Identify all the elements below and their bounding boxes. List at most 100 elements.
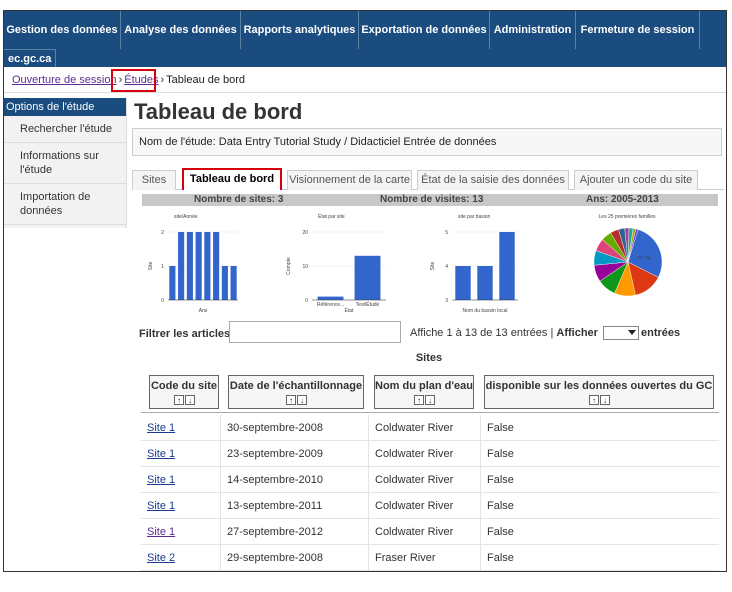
top-navigation: Gestion des données Analyse des données …	[4, 11, 726, 67]
stat-years: Ans: 2005-2013	[586, 194, 659, 205]
chart-sites-per-basin: site par bassin Site Nom du bassin local 3 4…	[430, 214, 518, 314]
chart-title: site/Année	[174, 214, 198, 220]
y-tick-label: 2	[161, 230, 164, 236]
table-row: Site 1 23-septembre-2009 Coldwater River…	[141, 441, 719, 467]
main-content: Tableau de bord Nom de l'étude: Data Ent…	[132, 98, 724, 314]
bar	[169, 266, 176, 300]
th-open-data[interactable]: disponible sur les données ouvertes du G…	[484, 375, 714, 409]
y-axis-label: Site	[148, 261, 154, 270]
th-sampling-date[interactable]: Date de l'échantillonnage ↑ ↓	[228, 375, 364, 409]
table-row: Site 1 14-septembre-2010 Coldwater River…	[141, 467, 719, 493]
bar	[221, 266, 228, 300]
nav-data-management[interactable]: Gestion des données	[4, 11, 121, 49]
bar	[317, 296, 344, 300]
sort-up-icon[interactable]: ↑	[286, 395, 296, 406]
sort-down-icon[interactable]: ↓	[425, 395, 435, 406]
table-header: Code du site ↑ ↓ Date de l'échantillonnag…	[141, 369, 719, 413]
cell-open-data: False	[487, 422, 514, 434]
cell-date: 27-septembre-2012	[221, 519, 369, 545]
filter-label: Filtrer les articles	[139, 328, 231, 340]
chevron-down-icon	[628, 330, 636, 335]
stats-bar: Nombre de sites: 3 Nombre de visites: 13…	[142, 194, 718, 206]
sort-down-icon[interactable]: ↓	[185, 395, 195, 406]
th-sampling-date-label: Date de l'échantillonnage	[229, 380, 363, 392]
filter-row: Filtrer les articles Affiche 1 à 13 de 1…	[139, 321, 719, 345]
y-tick-label: 0	[305, 298, 308, 304]
chart-title: site par bassin	[458, 214, 490, 220]
filter-input[interactable]	[229, 321, 401, 343]
breadcrumb-login[interactable]: Ouverture de session	[12, 74, 117, 86]
nav-data-export[interactable]: Exportation de données	[359, 11, 490, 49]
chart-title: État par site	[318, 213, 345, 220]
table-caption: Sites	[415, 352, 443, 364]
cell-water-body: Coldwater River	[369, 519, 481, 545]
sort-down-icon[interactable]: ↓	[297, 395, 307, 406]
bar	[477, 266, 493, 300]
tab-bar: Sites Tableau de bord Visionnement de la…	[132, 168, 724, 190]
sidebar-item-study-info[interactable]: Informations sur l'étude	[4, 143, 126, 184]
site-link[interactable]: Site 1	[147, 474, 175, 486]
bar	[354, 255, 381, 300]
cell-date: 13-septembre-2011	[221, 493, 369, 519]
nav-ec-gc-ca[interactable]: ec.gc.ca	[4, 49, 56, 67]
table-row: Site 1 27-septembre-2012 Coldwater River…	[141, 519, 719, 545]
x-axis-label: Nom du bassin local	[462, 308, 507, 314]
y-axis-label: Site	[430, 261, 436, 270]
cell-open-data: False	[487, 500, 514, 512]
show-label: Afficher	[556, 326, 598, 339]
nav-analytic-reports[interactable]: Rapports analytiques	[241, 11, 359, 49]
sidebar-header: Options de l'étude	[4, 98, 126, 116]
th-open-data-label: disponible sur les données ouvertes du G…	[485, 380, 713, 392]
nav-data-analysis[interactable]: Analyse des données	[121, 11, 241, 49]
th-water-body[interactable]: Nom du plan d'eau ↑ ↓	[374, 375, 474, 409]
site-link[interactable]: Site 1	[147, 500, 175, 512]
site-link[interactable]: Site 2	[147, 552, 175, 564]
page-size-select[interactable]	[603, 326, 639, 340]
th-water-body-label: Nom du plan d'eau	[375, 380, 473, 392]
sort-up-icon[interactable]: ↑	[589, 395, 599, 406]
tab-map-view[interactable]: Visionnement de la carte	[287, 170, 412, 190]
th-site-code[interactable]: Code du site ↑ ↓	[149, 375, 219, 409]
site-link[interactable]: Site 1	[147, 526, 175, 538]
x-tick-label: Référence...	[317, 302, 344, 308]
chart-title: Les 25 premières familles	[599, 214, 656, 220]
nav-logout[interactable]: Fermeture de session	[576, 11, 700, 49]
bar	[204, 232, 211, 300]
table-row: Site 1 30-septembre-2008 Coldwater River…	[141, 415, 719, 441]
chart-status-per-site: État par site Compte État 0 10 20 Référence...…	[286, 213, 386, 314]
tab-sites[interactable]: Sites	[132, 170, 176, 190]
sort-down-icon[interactable]: ↓	[600, 395, 610, 406]
sidebar-item-search-study[interactable]: Rechercher l'étude	[4, 116, 126, 143]
tab-add-site-code[interactable]: Ajouter un code du site	[574, 170, 698, 190]
bar	[230, 266, 237, 300]
bar	[195, 232, 202, 300]
y-axis-label: Compte	[286, 257, 292, 275]
tab-data-entry-status[interactable]: État de la saisie des données	[417, 170, 569, 190]
bar	[213, 232, 220, 300]
cell-water-body: Coldwater River	[369, 467, 481, 493]
study-options-sidebar: Options de l'étude Rechercher l'étude In…	[4, 98, 127, 228]
site-link[interactable]: Site 1	[147, 448, 175, 460]
cell-open-data: False	[487, 448, 514, 460]
nav-administration[interactable]: Administration	[490, 11, 576, 49]
cell-water-body: Fraser River	[369, 545, 481, 571]
y-tick-label: 4	[445, 264, 448, 270]
tab-dashboard[interactable]: Tableau de bord	[182, 168, 282, 190]
dashboard-panel: Nombre de sites: 3 Nombre de visites: 13…	[142, 194, 718, 331]
sort-up-icon[interactable]: ↑	[414, 395, 424, 406]
x-axis-label: État	[345, 307, 355, 314]
table-row: Site 2 29-septembre-2008 Fraser River Fa…	[141, 545, 719, 571]
x-axis-label: Ans	[199, 308, 208, 314]
cell-water-body: Coldwater River	[369, 415, 481, 441]
page-title: Tableau de bord	[134, 99, 303, 124]
y-tick-label: 3	[445, 298, 448, 304]
bar	[455, 266, 471, 300]
entries-info-text: Affiche 1 à 13 de 13 entrées |	[410, 326, 554, 339]
entries-info: Affiche 1 à 13 de 13 entrées | Afficher …	[410, 326, 680, 340]
sort-up-icon[interactable]: ↑	[174, 395, 184, 406]
cell-open-data: False	[487, 526, 514, 538]
y-tick-label: 5	[445, 230, 448, 236]
site-link[interactable]: Site 1	[147, 422, 175, 434]
cell-date: 23-septembre-2009	[221, 441, 369, 467]
sidebar-item-data-import[interactable]: Importation de données	[4, 184, 126, 225]
